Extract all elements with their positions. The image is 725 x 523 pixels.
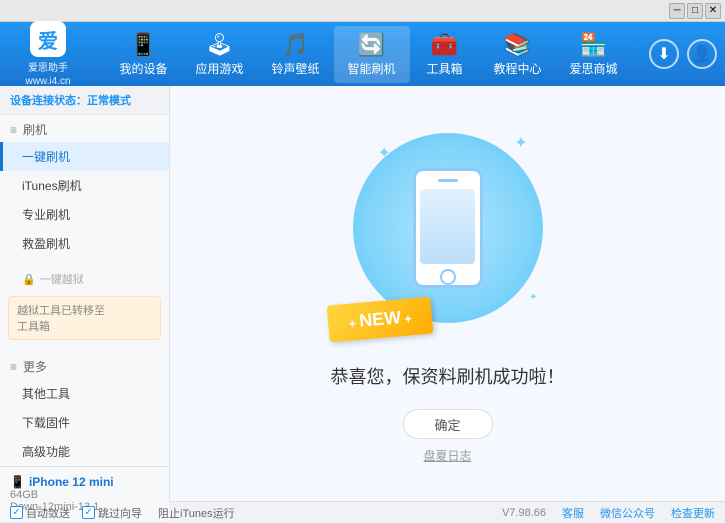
check-update-link[interactable]: 检查更新: [671, 505, 715, 521]
device-name: 📱 iPhone 12 mini: [10, 475, 159, 489]
version-label: V7.98.66: [502, 507, 546, 519]
checkbox-skip-wizard-box[interactable]: ✓: [82, 506, 95, 519]
nav-bar: 爱 爱思助手 www.i4.cn 📱 我的设备 🕹 应用游戏 🎵 铃声壁纸 🔄 …: [0, 22, 725, 86]
sidebar-item-pro-flash[interactable]: 专业刷机: [0, 200, 169, 229]
appgame-icon: 🕹: [206, 32, 234, 58]
nav-right: ⬇ 👤: [649, 39, 717, 69]
sidebar-label-download-fw: 下载固件: [22, 416, 70, 430]
sidebar-locked-jailbreak: 🔒 一键越狱: [0, 266, 169, 292]
nav-item-appgame[interactable]: 🕹 应用游戏: [181, 26, 257, 83]
new-badge: NEW: [326, 297, 433, 343]
nav-label-flash: 智能刷机: [348, 60, 396, 77]
sparkle-1: ✦: [378, 143, 391, 163]
sparkle-3: ✦: [529, 292, 537, 303]
sidebar-label-pro-flash: 专业刷机: [22, 208, 70, 222]
title-bar: ─ □ ✕: [0, 0, 725, 22]
sidebar-item-onekey-flash[interactable]: 一键刷机: [0, 142, 169, 171]
bottom-bar-left: ✓ 自动敛送 ✓ 跳过向导: [10, 505, 142, 521]
minimize-btn[interactable]: ─: [669, 3, 685, 19]
sidebar-label-rescue-flash: 救盈刷机: [22, 237, 70, 251]
sparkle-2: ✦: [514, 133, 527, 153]
nav-item-mydevice[interactable]: 📱 我的设备: [105, 26, 181, 83]
status-label: 设备连接状态：: [10, 95, 87, 107]
bottom-bar: ✓ 自动敛送 ✓ 跳过向导 阻止iTunes运行 V7.98.66 客服 微信公…: [0, 501, 725, 523]
checkbox-skip-wizard-label: 跳过向导: [98, 505, 142, 521]
close-btn[interactable]: ✕: [705, 3, 721, 19]
logo-icon: 爱: [30, 21, 66, 57]
mydevice-icon: 📱: [130, 32, 157, 58]
nav-item-shop[interactable]: 🏪 爱思商城: [556, 26, 632, 83]
rejailbreak-link[interactable]: 盘夏日志: [423, 447, 471, 464]
sidebar-group-more-label: 更多: [23, 358, 47, 375]
sidebar-item-rescue-flash[interactable]: 救盈刷机: [0, 229, 169, 258]
tutorial-icon: 📚: [504, 32, 531, 58]
nav-items: 📱 我的设备 🕹 应用游戏 🎵 铃声壁纸 🔄 智能刷机 🧰 工具箱 📚 教程中心…: [88, 26, 649, 83]
sidebar-notice-text: 越狱工具已转移至工具箱: [17, 305, 105, 333]
nav-item-flash[interactable]: 🔄 智能刷机: [334, 26, 410, 83]
maximize-btn[interactable]: □: [687, 3, 703, 19]
toolbox-icon: 🧰: [431, 32, 458, 58]
checkbox-auto-push[interactable]: ✓ 自动敛送: [10, 505, 70, 521]
app-logo: 爱 爱思助手 www.i4.cn: [8, 21, 88, 87]
sidebar-group-flash-label: 刷机: [23, 121, 47, 138]
sidebar-notice-jailbreak: 越狱工具已转移至工具箱: [8, 296, 161, 340]
phone-shape: [413, 168, 483, 288]
sidebar-label-itunes-flash: iTunes刷机: [22, 179, 82, 193]
nav-label-tutorial: 教程中心: [494, 60, 542, 77]
wechat-official-link[interactable]: 微信公众号: [600, 505, 655, 521]
phone-illustration: ✦ ✦ ✦ NEW: [348, 123, 548, 343]
device-storage: 64GB: [10, 489, 159, 501]
sidebar-locked-label: 一键越狱: [40, 271, 84, 287]
checkbox-auto-push-label: 自动敛送: [26, 505, 70, 521]
lock-icon: 🔒: [22, 273, 36, 286]
sidebar-item-itunes-flash[interactable]: iTunes刷机: [0, 171, 169, 200]
stop-itunes-label: 阻止iTunes运行: [158, 505, 235, 521]
phone-home-btn: [440, 269, 456, 285]
status-bar: 设备连接状态：正常模式: [0, 86, 169, 115]
success-message: 恭喜您，保资料刷机成功啦！: [331, 363, 565, 389]
confirm-button[interactable]: 确定: [403, 409, 493, 439]
device-icon: 📱: [10, 475, 25, 489]
ringtone-icon: 🎵: [282, 32, 309, 58]
nav-label-appgame: 应用游戏: [195, 60, 243, 77]
checkbox-skip-wizard[interactable]: ✓ 跳过向导: [82, 505, 142, 521]
download-btn[interactable]: ⬇: [649, 39, 679, 69]
sidebar-item-other-tools[interactable]: 其他工具: [0, 379, 169, 408]
nav-label-shop: 爱思商城: [570, 60, 618, 77]
nav-item-ringtone[interactable]: 🎵 铃声壁纸: [257, 26, 333, 83]
sidebar-item-download-fw[interactable]: 下载固件: [0, 408, 169, 437]
phone-screen: [420, 189, 475, 264]
flash-icon: 🔄: [358, 32, 385, 58]
main-area: 设备连接状态：正常模式 刷机 一键刷机 iTunes刷机 专业刷机 救盈刷机 🔒…: [0, 86, 725, 501]
sidebar-item-advanced[interactable]: 高级功能: [0, 437, 169, 466]
sidebar-label-other-tools: 其他工具: [22, 387, 70, 401]
main-content: ✦ ✦ ✦ NEW 恭喜您，保资料刷机成功啦！ 确定 盘夏日志: [170, 86, 725, 501]
sidebar-label-advanced: 高级功能: [22, 445, 70, 459]
checkbox-auto-push-box[interactable]: ✓: [10, 506, 23, 519]
status-value: 正常模式: [87, 95, 131, 107]
bottom-bar-right: V7.98.66 客服 微信公众号 检查更新: [502, 505, 715, 521]
sidebar: 设备连接状态：正常模式 刷机 一键刷机 iTunes刷机 专业刷机 救盈刷机 🔒…: [0, 86, 170, 501]
logo-line1: 爱思助手: [28, 59, 68, 74]
user-btn[interactable]: 👤: [687, 39, 717, 69]
nav-label-ringtone: 铃声壁纸: [271, 60, 319, 77]
nav-item-toolbox[interactable]: 🧰 工具箱: [410, 26, 480, 83]
sidebar-section-more: 更多: [0, 352, 169, 379]
sidebar-section-flash: 刷机: [0, 115, 169, 142]
sidebar-label-onekey-flash: 一键刷机: [22, 150, 70, 164]
customer-service-link[interactable]: 客服: [562, 505, 584, 521]
nav-item-tutorial[interactable]: 📚 教程中心: [480, 26, 556, 83]
shop-icon: 🏪: [580, 32, 607, 58]
nav-label-mydevice: 我的设备: [119, 60, 167, 77]
nav-label-toolbox: 工具箱: [427, 60, 463, 77]
